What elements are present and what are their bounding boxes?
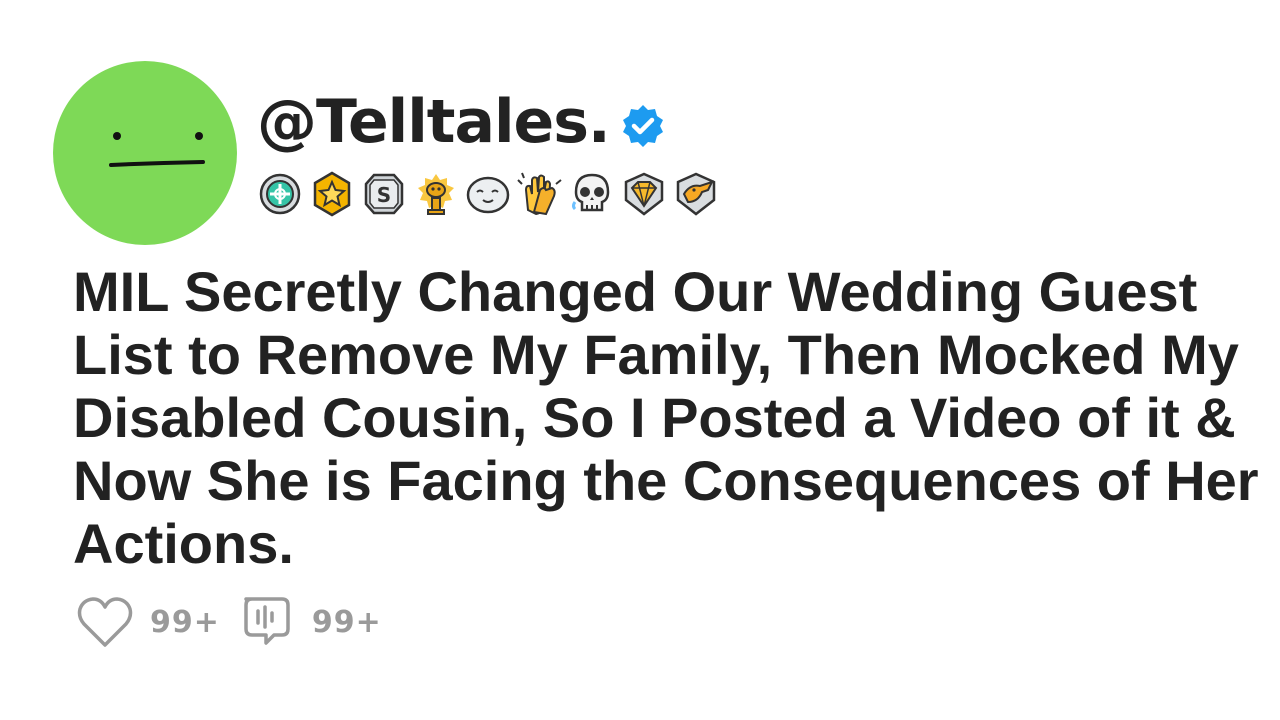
clapping-hands-award-icon	[516, 168, 564, 220]
duck-award-icon	[672, 168, 720, 220]
seal-award-icon	[464, 168, 512, 220]
post-title: MIL Secretly Changed Our Wedding Guest L…	[73, 260, 1259, 575]
comment-icon[interactable]	[238, 593, 296, 651]
comments-count: 99+	[311, 604, 382, 640]
silver-s-award-icon: S	[360, 168, 408, 220]
skull-award-icon	[568, 168, 616, 220]
helper-award-icon	[256, 168, 304, 220]
post-stats: 99+ 99+	[76, 592, 400, 652]
gold-gem-award-icon	[620, 168, 668, 220]
gold-snoo-award-icon	[412, 168, 460, 220]
username-row: @Telltales.	[257, 82, 666, 162]
likes-count: 99+	[150, 604, 220, 640]
svg-text:S: S	[377, 183, 391, 207]
verified-badge-icon	[622, 105, 663, 147]
avatar[interactable]	[53, 61, 237, 245]
awards-row: S	[256, 168, 720, 220]
heart-icon[interactable]	[76, 593, 134, 651]
username[interactable]: @Telltales.	[257, 87, 611, 157]
gold-star-award-icon	[308, 168, 356, 220]
avatar-face-icon	[109, 132, 205, 167]
